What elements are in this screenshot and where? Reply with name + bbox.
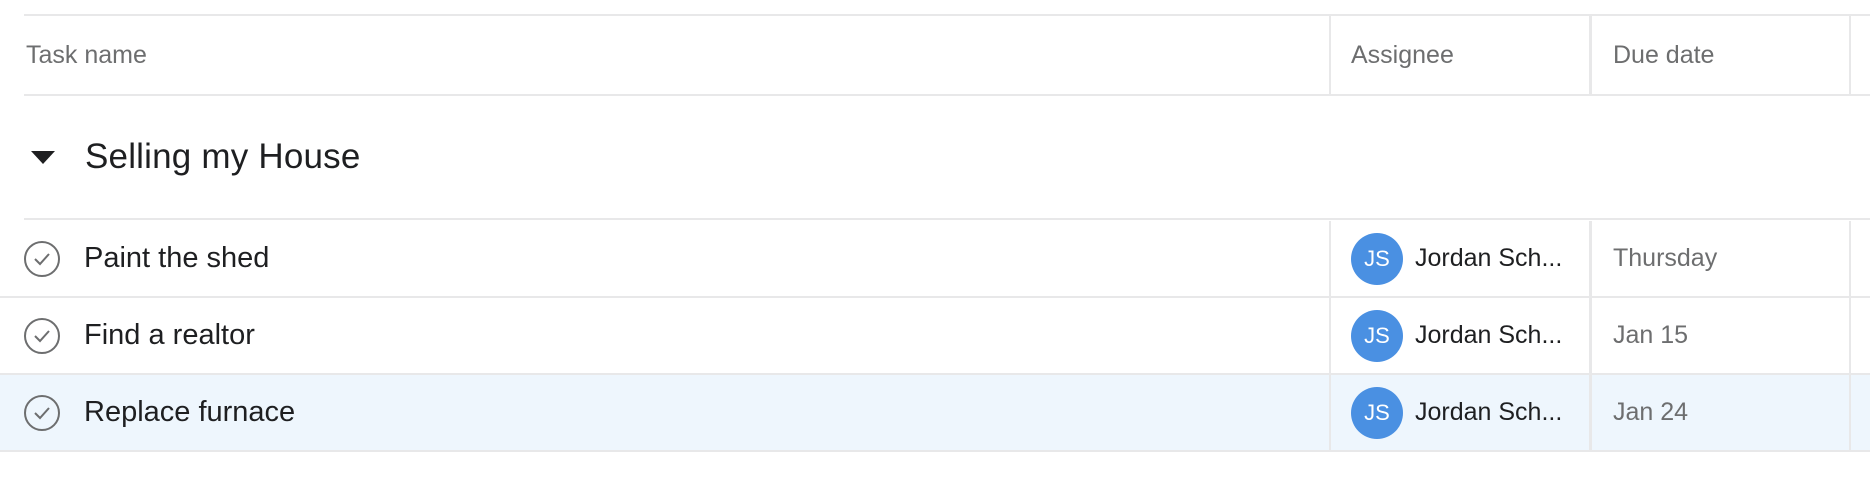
column-header-row: Task name Assignee Due date xyxy=(24,16,1870,96)
task-cell[interactable]: Replace furnace xyxy=(24,375,1329,450)
column-header-task-name[interactable]: Task name xyxy=(24,16,1329,94)
column-header-task-name-label: Task name xyxy=(26,40,147,69)
assignee-cell[interactable]: JS Jordan Sch... xyxy=(1329,221,1589,296)
column-header-assignee-label: Assignee xyxy=(1351,40,1454,69)
section-header: Selling my House xyxy=(24,96,1870,220)
avatar[interactable]: JS xyxy=(1351,386,1403,439)
caret-down-icon[interactable] xyxy=(31,150,55,164)
check-circle-icon[interactable] xyxy=(24,317,60,354)
avatar[interactable]: JS xyxy=(1351,232,1403,285)
extra-cell xyxy=(1849,298,1870,373)
column-header-due-date[interactable]: Due date xyxy=(1589,16,1849,94)
column-header-assignee[interactable]: Assignee xyxy=(1329,16,1589,94)
task-cell[interactable]: Paint the shed xyxy=(24,221,1329,296)
assignee-name: Jordan Sch... xyxy=(1415,244,1563,272)
due-date: Thursday xyxy=(1613,244,1718,272)
task-name[interactable]: Replace furnace xyxy=(84,396,295,429)
due-date-cell[interactable]: Jan 24 xyxy=(1589,375,1849,450)
section-title[interactable]: Selling my House xyxy=(85,137,361,177)
check-circle-icon[interactable] xyxy=(24,240,60,277)
due-date: Jan 24 xyxy=(1613,398,1689,426)
task-name[interactable]: Paint the shed xyxy=(84,242,269,275)
assignee-name: Jordan Sch... xyxy=(1415,321,1563,349)
task-name[interactable]: Find a realtor xyxy=(84,319,255,352)
check-circle-icon[interactable] xyxy=(24,394,60,431)
due-date-cell[interactable]: Jan 15 xyxy=(1589,298,1849,373)
task-row[interactable]: Find a realtor JS Jordan Sch... Jan 15 xyxy=(0,298,1870,375)
task-cell[interactable]: Find a realtor xyxy=(24,298,1329,373)
column-header-due-date-label: Due date xyxy=(1613,40,1715,69)
extra-cell xyxy=(1849,375,1870,450)
avatar[interactable]: JS xyxy=(1351,309,1403,362)
task-row[interactable]: Replace furnace JS Jordan Sch... Jan 24 xyxy=(0,375,1870,452)
assignee-cell[interactable]: JS Jordan Sch... xyxy=(1329,375,1589,450)
due-date: Jan 15 xyxy=(1613,321,1689,349)
extra-cell xyxy=(1849,221,1870,296)
due-date-cell[interactable]: Thursday xyxy=(1589,221,1849,296)
task-list-view: Task name Assignee Due date Selling my H… xyxy=(0,0,1870,478)
assignee-cell[interactable]: JS Jordan Sch... xyxy=(1329,298,1589,373)
assignee-name: Jordan Sch... xyxy=(1415,398,1563,426)
task-row[interactable]: Paint the shed JS Jordan Sch... Thursday xyxy=(0,221,1870,298)
column-header-extra xyxy=(1849,16,1870,94)
